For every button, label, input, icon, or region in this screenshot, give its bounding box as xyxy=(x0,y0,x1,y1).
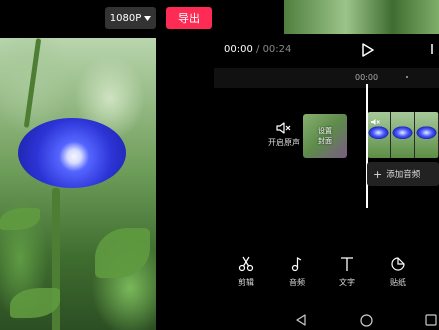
export-button[interactable]: 导出 xyxy=(166,7,212,29)
video-preview[interactable] xyxy=(0,38,156,330)
tool-label: 音频 xyxy=(289,278,305,287)
add-audio-button[interactable]: + 添加音频 xyxy=(367,162,439,186)
timeline-ruler[interactable]: 00:00 xyxy=(214,68,439,88)
tool-audio[interactable]: 音频 xyxy=(277,256,317,288)
scissors-icon xyxy=(238,256,254,272)
resolution-button[interactable]: 1080P xyxy=(105,7,156,29)
system-nav-bar xyxy=(214,310,439,330)
bottom-toolbar: 剪辑 音频 文字 贴纸 xyxy=(214,256,439,292)
preview-thumbnail xyxy=(284,0,439,34)
editor-panel: 00:00 / 00:24 00:00 开启原声 设置 封面 + 添加音频 剪辑… xyxy=(214,34,439,330)
play-icon[interactable] xyxy=(362,43,374,57)
tool-edit[interactable]: 剪辑 xyxy=(226,256,266,288)
music-note-icon xyxy=(291,256,302,272)
time-display: 00:00 / 00:24 xyxy=(224,44,291,55)
ruler-tick: 00:00 xyxy=(355,73,379,82)
plus-icon: + xyxy=(373,167,383,181)
flower xyxy=(18,118,126,188)
sticker-icon xyxy=(391,257,405,271)
home-icon[interactable] xyxy=(360,314,373,327)
text-icon xyxy=(341,257,353,271)
undo-icon[interactable] xyxy=(430,42,439,56)
clip-mute-icon xyxy=(371,119,380,125)
add-audio-label: 添加音频 xyxy=(386,170,421,180)
set-cover-button[interactable]: 设置 封面 xyxy=(303,114,347,158)
tool-label: 剪辑 xyxy=(238,278,254,287)
time-separator: / xyxy=(252,44,263,55)
tool-label: 文字 xyxy=(339,278,355,287)
clip-frame xyxy=(391,112,415,158)
playhead[interactable] xyxy=(366,84,368,208)
clip-frame xyxy=(415,112,439,158)
cover-label-line2: 封面 xyxy=(318,137,332,145)
cover-label-line1: 设置 xyxy=(318,127,332,135)
leaf xyxy=(95,228,150,278)
resolution-label: 1080P xyxy=(109,12,142,24)
tool-label: 贴纸 xyxy=(390,278,406,287)
back-icon[interactable] xyxy=(295,314,307,326)
speaker-mute-icon xyxy=(276,122,291,134)
time-current: 00:00 xyxy=(224,44,253,55)
tool-text[interactable]: 文字 xyxy=(327,256,367,288)
leaf xyxy=(0,208,40,230)
plant-stem xyxy=(23,38,42,128)
ruler-dot xyxy=(406,76,408,78)
time-total: 00:24 xyxy=(262,44,292,55)
caret-down-icon xyxy=(144,15,152,21)
recents-icon[interactable] xyxy=(425,314,437,326)
tool-sticker[interactable]: 贴纸 xyxy=(378,256,418,288)
